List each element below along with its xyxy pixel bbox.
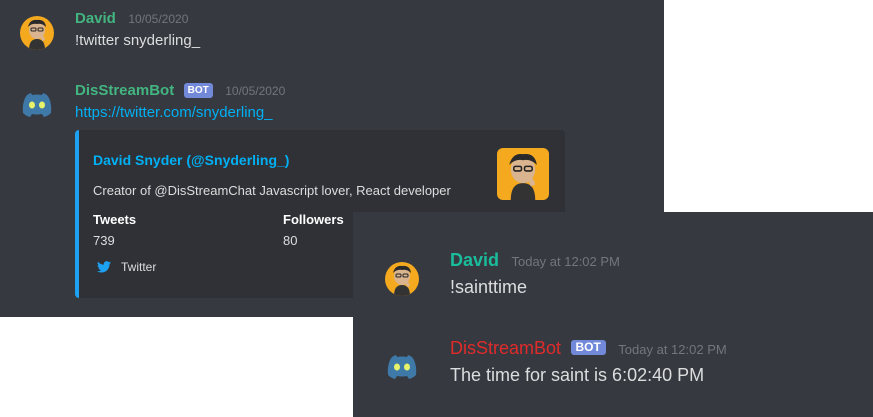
embed-field-value-followers: 80 (283, 233, 298, 248)
twitter-bird-icon (97, 261, 111, 273)
bot-avatar[interactable] (385, 350, 419, 384)
message-timestamp: 10/05/2020 (128, 12, 189, 26)
embed-description: Creator of @DisStreamChat Javascript lov… (93, 183, 451, 198)
message-text: The time for saint is 6:02:40 PM (450, 365, 705, 385)
message-link[interactable]: https://twitter.com/snyderling_ (75, 104, 285, 121)
message-timestamp: Today at 12:02 PM (511, 254, 620, 269)
message-timestamp: 10/05/2020 (225, 84, 286, 98)
embed-footer-text: Twitter (121, 260, 157, 274)
bot-badge: BOT (570, 340, 606, 355)
embed-thumbnail[interactable] (497, 148, 549, 200)
message-author[interactable]: DisStreamBot (75, 82, 174, 99)
message-text: !sainttime (450, 277, 528, 297)
chat-panel-new: David Today at 12:02 PM !sainttime DisSt… (353, 212, 873, 417)
embed-footer: Twitter (97, 260, 156, 274)
embed-field-name-followers: Followers (283, 212, 344, 227)
embed-author[interactable]: David Snyder (@Snyderling_) (93, 152, 289, 168)
message-text: !twitter snyderling_ (75, 32, 201, 49)
user-avatar[interactable] (385, 262, 419, 296)
message-author[interactable]: David (75, 10, 116, 27)
message-author[interactable]: DisStreamBot (450, 338, 561, 358)
embed-field-value-tweets: 739 (93, 233, 115, 248)
embed-field-name-tweets: Tweets (93, 212, 137, 227)
message-author[interactable]: David (450, 250, 499, 270)
bot-avatar[interactable] (20, 88, 54, 122)
message-timestamp: Today at 12:02 PM (618, 342, 727, 357)
bot-badge: BOT (183, 83, 213, 98)
user-avatar[interactable] (20, 16, 54, 50)
